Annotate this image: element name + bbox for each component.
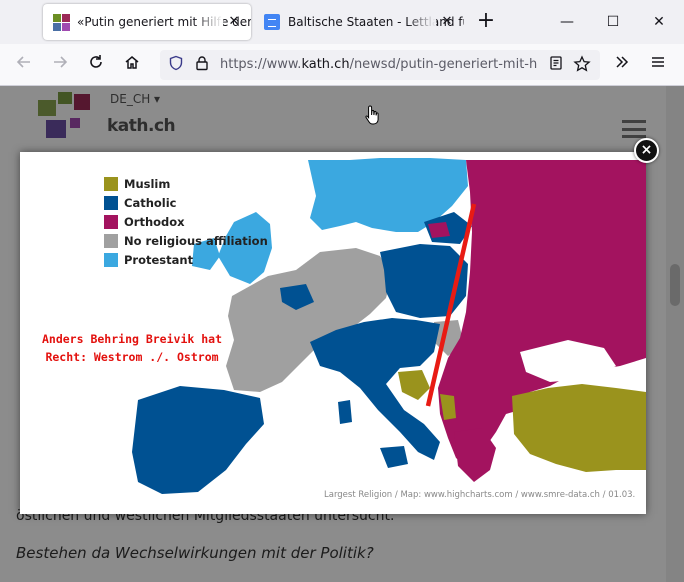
url-bar[interactable]: https://www.kath.ch/newsd/putin-generier… xyxy=(160,50,600,80)
shield-icon[interactable] xyxy=(166,55,186,75)
tab-putin-article[interactable]: «Putin generiert mit Hilfe der ✕ xyxy=(43,4,251,40)
legend-item-muslim: Muslim xyxy=(104,174,268,193)
menu-icon[interactable] xyxy=(646,53,670,77)
lock-icon[interactable] xyxy=(192,55,212,75)
tab-close-icon[interactable]: ✕ xyxy=(225,13,243,31)
navigation-toolbar: https://www.kath.ch/newsd/putin-generier… xyxy=(0,44,684,86)
map-credit: Largest Religion / Map: www.highcharts.c… xyxy=(324,490,636,500)
reload-icon[interactable] xyxy=(84,53,108,77)
forward-icon[interactable] xyxy=(48,53,72,77)
legend-swatch xyxy=(104,252,118,267)
home-icon[interactable] xyxy=(120,53,144,77)
map-legend: Muslim Catholic Orthodox No religious af… xyxy=(104,174,268,269)
maximize-button[interactable]: ☐ xyxy=(598,8,628,36)
legend-item-catholic: Catholic xyxy=(104,193,268,212)
back-icon[interactable] xyxy=(12,53,36,77)
new-tab-button[interactable]: + xyxy=(474,10,498,34)
reader-view-icon[interactable] xyxy=(546,55,566,75)
tab-bar: «Putin generiert mit Hilfe der ✕ Baltisc… xyxy=(0,0,684,44)
region-sardinia xyxy=(338,400,352,424)
close-window-button[interactable]: ✕ xyxy=(644,8,674,36)
kath-favicon-icon xyxy=(53,14,70,31)
overflow-chevron-icon[interactable] xyxy=(610,53,634,77)
document-favicon-icon xyxy=(264,14,280,30)
map-annotation: Anders Behring Breivik hat Recht: Westro… xyxy=(41,332,222,364)
url-text: https://www.kath.ch/newsd/putin-generier… xyxy=(220,57,538,72)
tab-close-icon[interactable]: ✕ xyxy=(438,13,456,31)
legend-swatch xyxy=(104,195,118,210)
legend-item-no-religion: No religious affiliation xyxy=(104,231,268,250)
minimize-button[interactable]: — xyxy=(552,8,582,36)
tab-baltische-staaten[interactable]: Baltische Staaten - Lettland fü ✕ xyxy=(256,4,464,40)
legend-item-orthodox: Orthodox xyxy=(104,212,268,231)
lightbox-close-button[interactable]: × xyxy=(634,138,659,163)
lightbox-dialog: Muslim Catholic Orthodox No religious af… xyxy=(20,152,646,514)
hand-cursor-icon xyxy=(365,105,379,125)
legend-swatch xyxy=(104,233,118,248)
legend-item-protestant: Protestant xyxy=(104,250,268,269)
bookmark-star-icon[interactable] xyxy=(572,55,592,75)
legend-swatch xyxy=(104,214,118,229)
legend-swatch xyxy=(104,176,118,191)
